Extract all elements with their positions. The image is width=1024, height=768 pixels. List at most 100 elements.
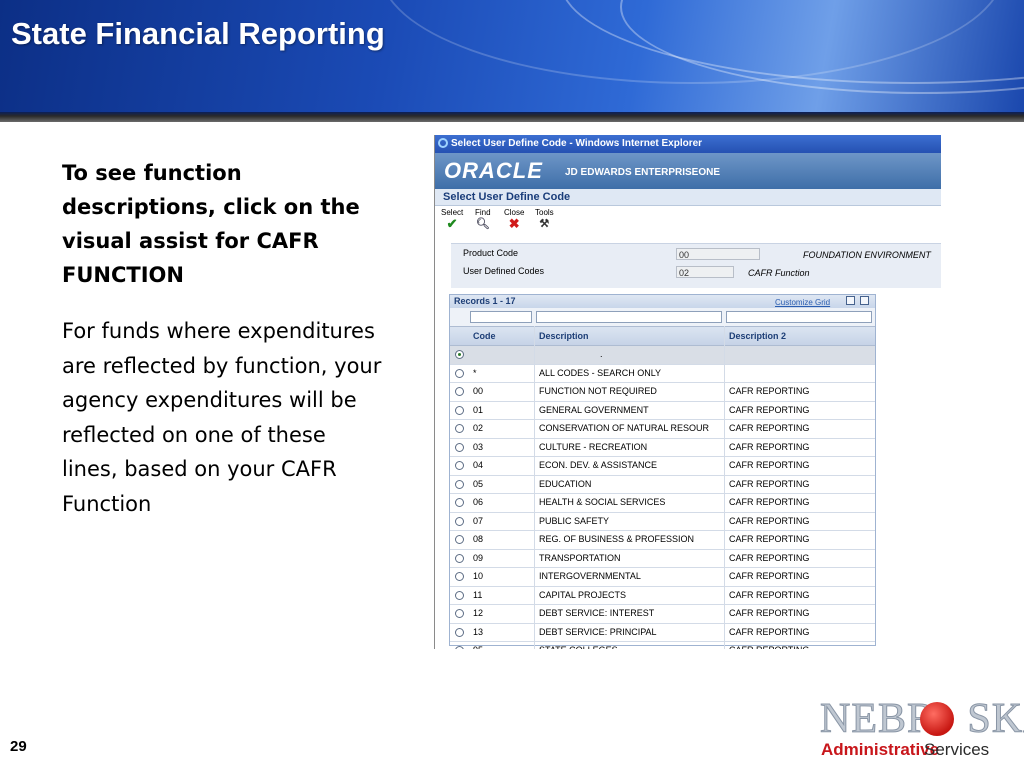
udc-label: User Defined Codes bbox=[463, 266, 545, 276]
table-row[interactable]: 05 EDUCATION CAFR REPORTING bbox=[450, 476, 875, 494]
product-code-label: Product Code bbox=[463, 248, 519, 258]
row-radio[interactable] bbox=[455, 553, 464, 563]
body-text: For funds where expenditures are reflect… bbox=[62, 319, 382, 516]
row-radio[interactable] bbox=[455, 646, 464, 649]
export-icon[interactable] bbox=[846, 296, 855, 305]
row-radio[interactable] bbox=[455, 461, 464, 470]
row-description2: CAFR REPORTING bbox=[729, 386, 810, 396]
row-radio[interactable] bbox=[455, 627, 464, 637]
grid-rows: * ALL CODES - SEARCH ONLY 00 FUNCTION NOT R… bbox=[450, 365, 875, 649]
qbe-row bbox=[450, 308, 875, 326]
table-row[interactable]: 00 FUNCTION NOT REQUIRED CAFR REPORTING bbox=[450, 383, 875, 402]
window-titlebar: Select User Define Code - Windows Intern… bbox=[435, 135, 941, 153]
table-row[interactable]: 95 STATE COLLEGES CAFR REPORTING bbox=[450, 642, 875, 649]
row-radio[interactable] bbox=[455, 590, 464, 600]
row-description: . bbox=[600, 349, 603, 359]
row-radio[interactable] bbox=[455, 498, 464, 507]
table-row[interactable]: 11 CAPITAL PROJECTS CAFR REPORTING bbox=[450, 587, 875, 605]
header-divider bbox=[0, 112, 1024, 122]
row-description: CULTURE - RECREATION bbox=[539, 441, 648, 452]
row-description2: CAFR REPORTING bbox=[729, 642, 809, 649]
row-radio[interactable] bbox=[455, 424, 464, 433]
table-row[interactable]: 12 DEBT SERVICE: INTEREST CAFR REPORTING bbox=[450, 605, 875, 624]
grid-options-icon[interactable] bbox=[860, 296, 869, 305]
column-code[interactable]: Code bbox=[473, 327, 496, 345]
udc-field[interactable]: 02 bbox=[676, 266, 734, 278]
select-button[interactable]: Select ✔ bbox=[441, 208, 463, 231]
table-row[interactable]: 04 ECON. DEV. & ASSISTANCE CAFR REPORTING bbox=[450, 457, 875, 476]
row-radio[interactable] bbox=[455, 405, 464, 415]
form-toolbar: Select ✔ Find 🔍︎ Close ✖ Tools ⚒ bbox=[435, 206, 941, 240]
row-description2: CAFR REPORTING bbox=[729, 423, 810, 433]
table-row[interactable]: * ALL CODES - SEARCH ONLY bbox=[450, 365, 875, 383]
row-radio[interactable] bbox=[455, 479, 464, 489]
row-code: 08 bbox=[473, 534, 484, 544]
table-row[interactable]: 10 INTERGOVERNMENTAL CAFR REPORTING bbox=[450, 568, 875, 587]
row-radio[interactable] bbox=[455, 442, 464, 452]
row-description2: CAFR REPORTING bbox=[729, 404, 810, 415]
table-row[interactable]: 09 TRANSPORTATION CAFR REPORTING bbox=[450, 550, 875, 568]
logo-services: Services bbox=[924, 740, 990, 759]
qbe-description-input[interactable] bbox=[536, 311, 722, 323]
find-icon: 🔍︎ bbox=[475, 218, 490, 230]
close-icon: ✖ bbox=[508, 216, 520, 231]
row-description: REG. OF BUSINESS & PROFESSION bbox=[539, 534, 695, 544]
row-radio[interactable] bbox=[455, 572, 464, 581]
row-description2: CAFR REPORTING bbox=[729, 571, 810, 581]
results-grid: Records 1 - 17 Customize Grid Code Descr… bbox=[449, 294, 876, 649]
row-description: ECON. DEV. & ASSISTANCE bbox=[539, 460, 658, 470]
tools-label: Tools bbox=[535, 208, 554, 217]
table-row[interactable]: 02 CONSERVATION OF NATURAL RESOUR CAFR REP… bbox=[450, 420, 875, 439]
column-description[interactable]: Description bbox=[539, 327, 589, 345]
row-code: 06 bbox=[473, 497, 484, 507]
find-button[interactable]: Find 🔍︎ bbox=[475, 208, 491, 231]
window-title: Select User Define Code - Windows Intern… bbox=[451, 138, 703, 149]
column-headers: Code Description Description 2 bbox=[450, 326, 875, 346]
row-description2: CAFR REPORTING bbox=[729, 589, 810, 600]
product-code-field[interactable]: 00 bbox=[676, 248, 760, 260]
oracle-product: JD EDWARDS ENTERPRISEONE bbox=[565, 167, 721, 178]
ie-icon bbox=[438, 138, 448, 148]
form-heading: Select User Define Code bbox=[435, 189, 941, 206]
table-row[interactable]: 06 HEALTH & SOCIAL SERVICES CAFR REPORTING bbox=[450, 494, 875, 513]
row-radio[interactable] bbox=[455, 350, 464, 359]
row-description: INTERGOVERNMENTAL bbox=[539, 571, 641, 581]
row-description2: CAFR REPORTING bbox=[729, 497, 810, 507]
row-description: GENERAL GOVERNMENT bbox=[539, 404, 649, 415]
row-code: 95 bbox=[473, 642, 483, 649]
row-code: 13 bbox=[473, 626, 484, 637]
table-row[interactable]: 13 DEBT SERVICE: PRINCIPAL CAFR REPORTING bbox=[450, 624, 875, 642]
row-code: 10 bbox=[473, 571, 484, 581]
table-row[interactable]: 01 GENERAL GOVERNMENT CAFR REPORTING bbox=[450, 402, 875, 420]
row-code: 11 bbox=[473, 589, 483, 600]
tools-button[interactable]: Tools ⚒ bbox=[535, 208, 554, 231]
row-description: PUBLIC SAFETY bbox=[539, 515, 610, 526]
row-code: 07 bbox=[473, 515, 484, 526]
row-description2: CAFR REPORTING bbox=[729, 515, 810, 526]
row-description2: CAFR REPORTING bbox=[729, 534, 810, 544]
row-radio[interactable] bbox=[455, 516, 464, 526]
row-radio[interactable] bbox=[455, 535, 464, 544]
row-radio[interactable] bbox=[455, 387, 464, 396]
grid-header: Records 1 - 17 Customize Grid bbox=[450, 295, 875, 308]
table-row[interactable]: 08 REG. OF BUSINESS & PROFESSION CAFR REPO… bbox=[450, 531, 875, 550]
qbe-description2-input[interactable] bbox=[726, 311, 872, 323]
row-description: EDUCATION bbox=[539, 478, 592, 489]
row-code: 12 bbox=[473, 608, 484, 618]
row-description2: CAFR REPORTING bbox=[729, 608, 810, 618]
table-row[interactable]: 07 PUBLIC SAFETY CAFR REPORTING bbox=[450, 513, 875, 531]
close-button[interactable]: Close ✖ bbox=[504, 208, 524, 231]
row-radio[interactable] bbox=[455, 368, 464, 378]
column-description2[interactable]: Description 2 bbox=[729, 327, 786, 345]
table-row-selected[interactable]: . bbox=[450, 346, 875, 365]
qbe-code-input[interactable] bbox=[470, 311, 532, 323]
slide-title: State Financial Reporting bbox=[11, 16, 385, 51]
row-description: STATE COLLEGES bbox=[539, 642, 618, 649]
row-description: TRANSPORTATION bbox=[539, 552, 621, 563]
oracle-logo: ORACLE bbox=[444, 158, 543, 183]
row-code: 04 bbox=[473, 460, 484, 470]
row-radio[interactable] bbox=[455, 609, 464, 618]
table-row[interactable]: 03 CULTURE - RECREATION CAFR REPORTING bbox=[450, 439, 875, 457]
udc-description: CAFR Function bbox=[748, 268, 810, 278]
row-code: 09 bbox=[473, 552, 484, 563]
